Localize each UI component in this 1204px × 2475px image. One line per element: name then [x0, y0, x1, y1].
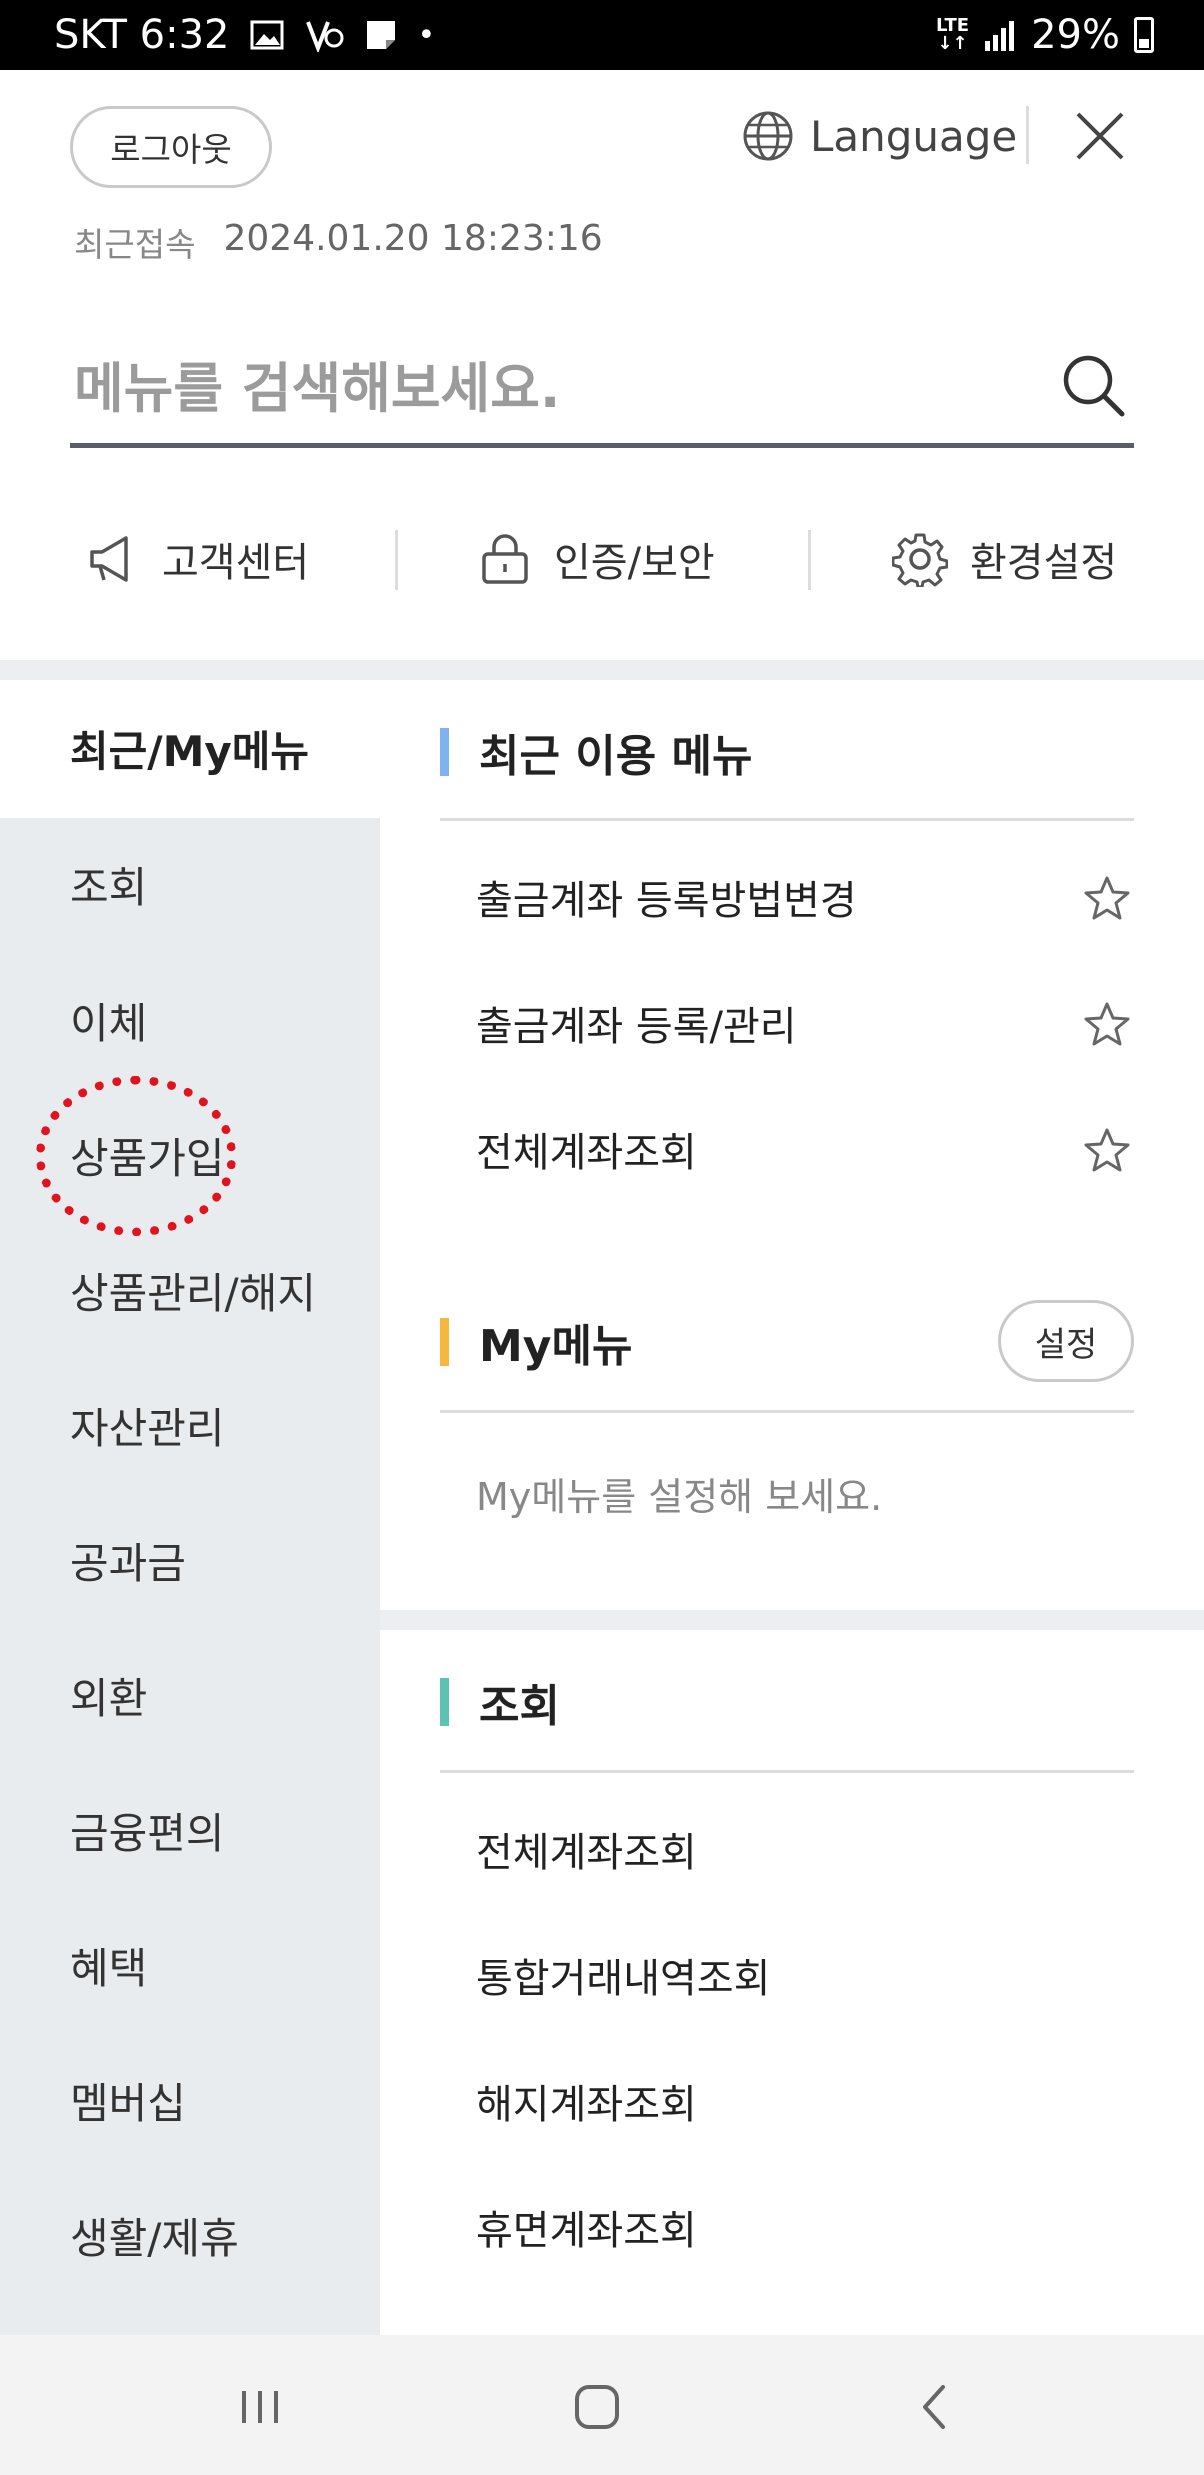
close-icon[interactable]: [1070, 106, 1130, 166]
home-icon[interactable]: [567, 2377, 627, 2437]
my-menu-settings-button[interactable]: 설정: [998, 1300, 1134, 1382]
section-title-text: My메뉴: [479, 1321, 633, 1372]
nav-item-product-manage[interactable]: 상품관리/해지: [70, 1260, 316, 1321]
section-accent-bar: [440, 1678, 449, 1726]
star-icon[interactable]: [1082, 1000, 1132, 1050]
back-icon[interactable]: [905, 2377, 965, 2437]
recent-apps-icon[interactable]: [230, 2377, 290, 2437]
section-accent-bar: [440, 1318, 449, 1366]
nav-item-recent-my[interactable]: 최근/My메뉴: [70, 718, 309, 779]
signal-icon: [985, 21, 1015, 51]
last-login-value: 2024.01.20 18:23:16: [223, 218, 603, 259]
megaphone-icon: [90, 536, 128, 582]
inquiry-item[interactable]: 전체계좌조회: [476, 1820, 697, 1878]
carrier-time: SKT 6:32: [54, 12, 230, 58]
globe-icon: [743, 111, 793, 161]
system-navigation-bar: [0, 2335, 1204, 2475]
logout-button[interactable]: 로그아웃: [70, 106, 272, 188]
inquiry-item[interactable]: 통합거래내역조회: [476, 1946, 770, 2004]
search-input[interactable]: [74, 348, 974, 428]
lock-icon: [482, 534, 528, 584]
recent-item[interactable]: 출금계좌 등록/관리: [476, 994, 797, 1052]
divider: [395, 530, 398, 590]
status-bar: SKT 6:32 • LTE ↓↑ 29%: [0, 0, 1204, 70]
customer-center-link[interactable]: 고객센터: [86, 524, 309, 594]
last-login-label: 최근접속: [74, 225, 196, 264]
header-divider: [1026, 106, 1029, 164]
star-icon[interactable]: [1082, 1126, 1132, 1176]
nav-item-financial-convenience[interactable]: 금융편의: [70, 1800, 225, 1861]
nav-item-transfer[interactable]: 이체: [70, 990, 147, 1051]
section-line: [440, 818, 1134, 821]
section-title-text: 조회: [479, 1681, 560, 1732]
network-type: LTE ↓↑: [936, 15, 970, 54]
section-line: [440, 1770, 1134, 1773]
language-label: Language: [810, 111, 1018, 161]
nav-item-foreign-exchange[interactable]: 외환: [70, 1665, 147, 1726]
section-title-text: 최근 이용 메뉴: [479, 731, 753, 782]
gallery-icon: [250, 20, 283, 50]
recent-menu-title: 최근 이용 메뉴: [440, 720, 753, 784]
auth-security-link[interactable]: 인증/보안: [478, 524, 715, 594]
inquiry-title: 조회: [440, 1670, 560, 1734]
highlight-annotation: [36, 1076, 236, 1236]
section-accent-bar: [440, 728, 449, 776]
settings-link[interactable]: 환경설정: [892, 524, 1117, 594]
section-divider: [380, 1610, 1204, 1630]
language-button[interactable]: Language: [742, 104, 1017, 168]
vibrate-icon: [305, 21, 343, 52]
recent-item[interactable]: 출금계좌 등록방법변경: [476, 868, 857, 926]
quick-links: 고객센터 인증/보안 환경설정: [0, 500, 1204, 620]
search-icon[interactable]: [1060, 352, 1126, 418]
nav-item-benefits[interactable]: 혜택: [70, 1935, 147, 1996]
quick-link-label: 환경설정: [970, 540, 1118, 586]
notification-dot-icon: •: [417, 17, 436, 53]
nav-item-utility-bills[interactable]: 공과금: [70, 1530, 186, 1591]
my-menu-empty-message: My메뉴를 설정해 보세요.: [476, 1475, 883, 1519]
inquiry-item[interactable]: 해지계좌조회: [476, 2072, 697, 2130]
quick-link-label: 인증/보안: [554, 540, 715, 586]
battery-percent: 29%: [1031, 12, 1120, 58]
section-divider: [0, 660, 1204, 680]
menu-search: [70, 330, 1134, 448]
last-login: 최근접속 2024.01.20 18:23:16: [74, 218, 603, 266]
inquiry-item[interactable]: 휴면계좌조회: [476, 2198, 697, 2256]
quick-link-label: 고객센터: [162, 540, 310, 586]
my-menu-title: My메뉴: [440, 1310, 632, 1374]
menu-content: 최근 이용 메뉴 출금계좌 등록방법변경 출금계좌 등록/관리 전체계좌조회 M…: [380, 680, 1204, 2335]
nav-item-asset-manage[interactable]: 자산관리: [70, 1395, 225, 1456]
gear-icon: [892, 533, 948, 587]
battery-icon: [1134, 17, 1154, 53]
star-icon[interactable]: [1082, 874, 1132, 924]
note-icon: [366, 21, 395, 49]
category-nav: 최근/My메뉴 조회 이체 상품가입 상품관리/해지 자산관리 공과금 외환 금…: [0, 680, 380, 2335]
recent-item[interactable]: 전체계좌조회: [476, 1120, 697, 1178]
section-line: [440, 1410, 1134, 1413]
divider: [808, 530, 811, 590]
nav-item-inquiry[interactable]: 조회: [70, 854, 147, 915]
nav-item-life-partner[interactable]: 생활/제휴: [70, 2205, 239, 2266]
nav-item-membership[interactable]: 멤버십: [70, 2070, 186, 2131]
